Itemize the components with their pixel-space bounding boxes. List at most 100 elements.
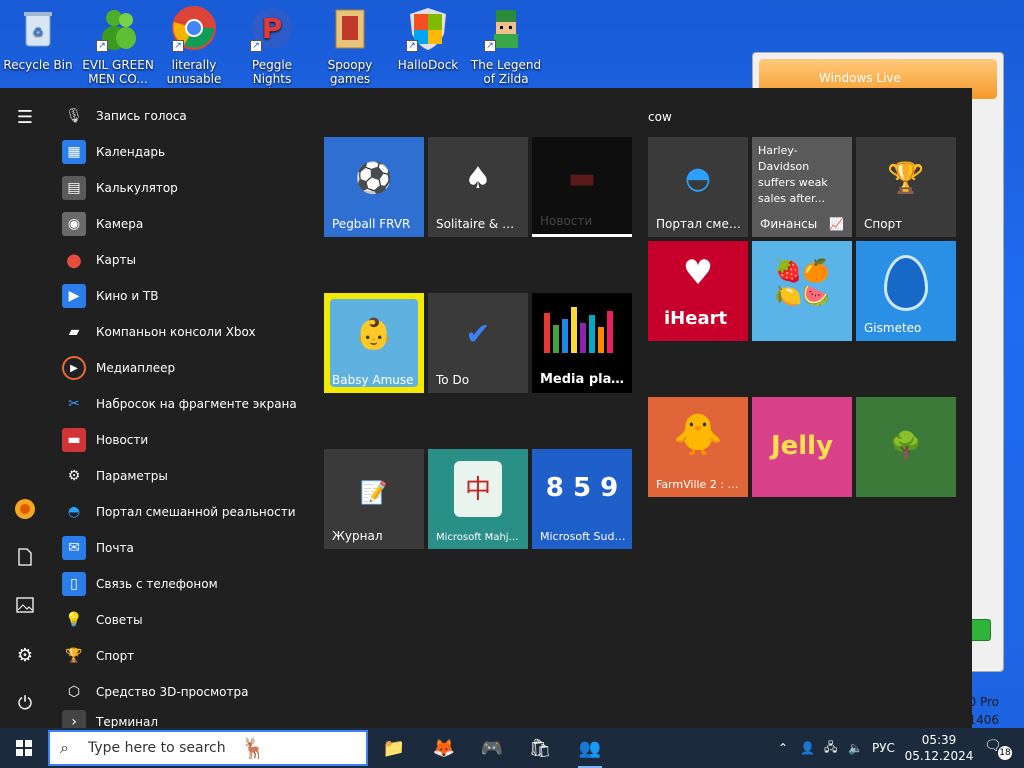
user-account-button[interactable] [8, 494, 42, 528]
mail-icon: ✉ [62, 536, 86, 560]
search-box[interactable]: ⌕ Type here to search 🦌 [48, 730, 368, 766]
tile-microsoft-sudoku[interactable]: 8 5 9 Microsoft Sudoku [532, 449, 632, 549]
tile-microsoft-mahjong[interactable]: 中 Microsoft Mahjong [428, 449, 528, 549]
tile-farmville-2[interactable]: 🐥 FarmVille 2 : CE [648, 397, 748, 497]
news-icon: ▬ [567, 161, 597, 196]
start-menu: ☰ ⚙ ⏻ 🎙 Запись голоса ▦ Календарь ▤ Калькул… [0, 88, 972, 728]
sudoku-numbers-icon: 8 5 9 [545, 473, 619, 503]
app-media-player[interactable]: ▶ Медиаплеер [62, 350, 322, 386]
search-placeholder: Type here to search [88, 740, 226, 756]
language-indicator[interactable]: РУС [872, 741, 904, 755]
film-icon: ▶ [62, 284, 86, 308]
microphone-icon: 🎙 [65, 108, 83, 124]
app-calendar[interactable]: ▦ Календарь [62, 134, 322, 170]
game-icon: 🎮 [480, 737, 504, 759]
firefox-icon: 🦊 [432, 737, 456, 759]
tile-pegball-frvr[interactable]: ⚽ Pegball FRVR [324, 137, 424, 237]
documents-button[interactable] [8, 542, 42, 576]
play-icon: ▶ [62, 356, 86, 380]
chart-icon: 📈 [829, 217, 844, 231]
gear-icon: ⚙ [16, 644, 34, 666]
app-movies-tv[interactable]: ▶ Кино и ТВ [62, 278, 322, 314]
lightbulb-icon: 💡 [65, 612, 83, 628]
zilda-character-icon: ↗ [482, 4, 530, 52]
green-men-icon: ↗ [94, 4, 142, 52]
map-pin-icon: ● [66, 249, 82, 271]
folder-icon [326, 4, 374, 52]
calendar-icon: ▦ [62, 140, 86, 164]
app-mixed-reality-portal[interactable]: ◓ Портал смешанной реальности [62, 494, 322, 530]
notification-center-button[interactable]: 🗨 18 [984, 738, 1012, 760]
soccer-ball-icon: ⚽ [355, 161, 393, 196]
app-news[interactable]: ▬ Новости [62, 422, 322, 458]
headset-icon: ◓ [684, 161, 712, 196]
messenger-tray-icon[interactable]: 👤 [800, 741, 824, 755]
tile-news[interactable]: ▬ Новости [532, 137, 632, 237]
tile-adventure-game[interactable]: 🌳 [856, 397, 956, 497]
jelly-logo-icon: Jelly [770, 431, 834, 461]
tile-journal[interactable]: 📝 Журнал [324, 449, 424, 549]
power-button[interactable]: ⏻ [8, 686, 42, 720]
desktop-icon-spoopy-games[interactable]: Spoopy games [312, 4, 388, 90]
app-snip-sketch[interactable]: ✂ Набросок на фрагменте экрана [62, 386, 322, 422]
windows-logo-icon [16, 740, 32, 756]
app-terminal[interactable]: › Терминал [62, 704, 322, 728]
app-camera[interactable]: ◉ Камера [62, 206, 322, 242]
user-avatar-icon [14, 498, 36, 525]
xbox-icon: ▰ [68, 324, 80, 340]
start-button[interactable] [0, 728, 48, 768]
terminal-icon: › [62, 710, 86, 728]
pictures-button[interactable] [8, 590, 42, 624]
tile-finance[interactable]: Harley-Davidson suffers weak sales after… [752, 137, 852, 237]
desktop-icon-hallodock[interactable]: ↗ HalloDock [390, 4, 466, 90]
peggle-icon: P ↗ [248, 4, 296, 52]
app-xbox-companion[interactable]: ▰ Компаньон консоли Xbox [62, 314, 322, 350]
desktop-icon-peggle[interactable]: P ↗ Peggle Nights Deluxe [234, 4, 310, 100]
volume-icon[interactable]: 🔈 [848, 741, 872, 755]
hamburger-icon: ☰ [16, 106, 34, 128]
green-action-button[interactable] [969, 619, 991, 641]
tile-sport[interactable]: 🏆 Спорт [856, 137, 956, 237]
hamburger-menu-button[interactable]: ☰ [8, 100, 42, 134]
app-mail[interactable]: ✉ Почта [62, 530, 322, 566]
taskbar-firefox[interactable]: 🦊 [424, 732, 464, 764]
app-tips[interactable]: 💡 Советы [62, 602, 322, 638]
app-settings[interactable]: ⚙ Параметры [62, 458, 322, 494]
taskbar-zilda-game[interactable]: 🎮 [472, 732, 512, 764]
notification-count: 18 [998, 746, 1012, 760]
app-phone-link[interactable]: ▯ Связь с телефоном [62, 566, 322, 602]
tile-solitaire[interactable]: ♠ Solitaire & Ca... [428, 137, 528, 237]
app-list: 🎙 Запись голоса ▦ Календарь ▤ Калькулятор ◉… [50, 88, 320, 728]
network-icon[interactable]: 🖧 [824, 738, 848, 759]
taskbar-file-explorer[interactable]: 📁 [374, 732, 414, 764]
tile-jelly-splash[interactable]: Jelly [752, 397, 852, 497]
tile-iheart[interactable]: ♥ iHeart [648, 241, 748, 341]
tile-group-title[interactable]: cow [648, 110, 672, 124]
tile-to-do[interactable]: ✔ To Do [428, 293, 528, 393]
tile-gismeteo[interactable]: Gismeteo [856, 241, 956, 341]
desktop-icon-legend-of-zilda[interactable]: ↗ The Legend of Zilda [468, 4, 544, 90]
desktop-icon-evil-green-men[interactable]: ↗ EVIL GREEN MEN CO... [80, 4, 156, 90]
chevron-up-icon[interactable]: ⌃ [778, 741, 800, 755]
svg-text:P: P [262, 12, 283, 45]
tile-farm-heroes[interactable]: 🍓🍊 🍋🍉 [752, 241, 852, 341]
settings-button[interactable]: ⚙ [8, 638, 42, 672]
taskbar-green-men[interactable]: 👥 [570, 732, 610, 768]
tile-mixed-reality-portal[interactable]: ◓ Портал смеш... [648, 137, 748, 237]
app-calculator[interactable]: ▤ Калькулятор [62, 170, 322, 206]
clock[interactable]: 05:39 05.12.2024 [904, 732, 974, 764]
taskbar-store[interactable]: 🛍 [520, 732, 560, 764]
gear-icon: ⚙ [67, 468, 81, 484]
desktop-icon-recycle-bin[interactable]: ♻ Recycle Bin [0, 4, 76, 90]
camera-icon: ◉ [62, 212, 86, 236]
tile-babsy-amuse[interactable]: 👶 Babsy Amuse [324, 293, 424, 393]
app-sport[interactable]: 🏆 Спорт [62, 638, 322, 674]
baby-icon: 👶 [355, 317, 393, 352]
start-rail: ☰ ⚙ ⏻ [0, 88, 50, 728]
trophy-icon: 🏆 [65, 648, 83, 664]
app-maps[interactable]: ● Карты [62, 242, 322, 278]
desktop-icon-chrome[interactable]: ↗ literally unusable [156, 4, 232, 90]
app-voice-recorder[interactable]: 🎙 Запись голоса [62, 98, 322, 134]
tile-media-player[interactable]: Media player [532, 293, 632, 393]
clock-time: 05:39 [921, 733, 957, 747]
